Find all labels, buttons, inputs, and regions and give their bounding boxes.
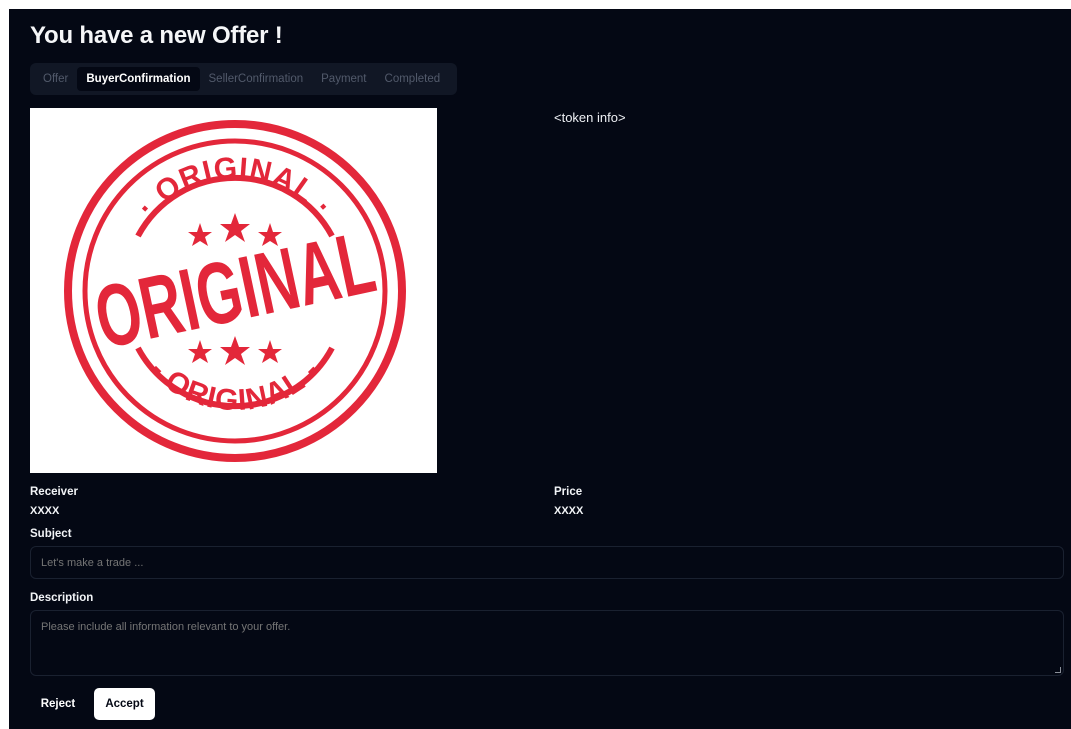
tab-buyer-confirmation[interactable]: BuyerConfirmation — [77, 67, 200, 91]
price-value: XXXX — [554, 505, 584, 517]
description-textarea[interactable] — [30, 610, 1064, 676]
description-label: Description — [30, 592, 94, 604]
receiver-label: Receiver — [30, 486, 78, 498]
tab-offer[interactable]: Offer — [34, 67, 77, 91]
svg-text:- ORIGINAL -: - ORIGINAL - — [143, 353, 326, 417]
tab-completed[interactable]: Completed — [376, 67, 450, 91]
offer-steps-tabs: Offer BuyerConfirmation SellerConfirmati… — [30, 63, 457, 95]
resize-handle-icon[interactable] — [1055, 667, 1061, 673]
reject-button[interactable]: Reject — [30, 688, 86, 720]
tab-seller-confirmation[interactable]: SellerConfirmation — [200, 67, 313, 91]
token-info: <token info> — [554, 110, 626, 125]
stamp-top-text: ORIGINAL — [149, 151, 321, 209]
offer-panel: You have a new Offer ! Offer BuyerConfir… — [9, 9, 1071, 729]
subject-label: Subject — [30, 528, 72, 540]
token-image: · ORIGINAL · ORIGINAL - ORIGINAL - — [30, 108, 437, 473]
original-stamp-image: · ORIGINAL · ORIGINAL - ORIGINAL - — [64, 120, 406, 462]
price-label: Price — [554, 486, 583, 498]
page-title: You have a new Offer ! — [30, 22, 283, 49]
stamp-bottom-text: ORIGINAL — [159, 364, 310, 418]
description-wrap — [30, 610, 1064, 676]
receiver-value: XXXX — [30, 505, 60, 517]
accept-button[interactable]: Accept — [94, 688, 155, 720]
subject-input[interactable] — [30, 546, 1064, 579]
tab-payment[interactable]: Payment — [312, 67, 375, 91]
